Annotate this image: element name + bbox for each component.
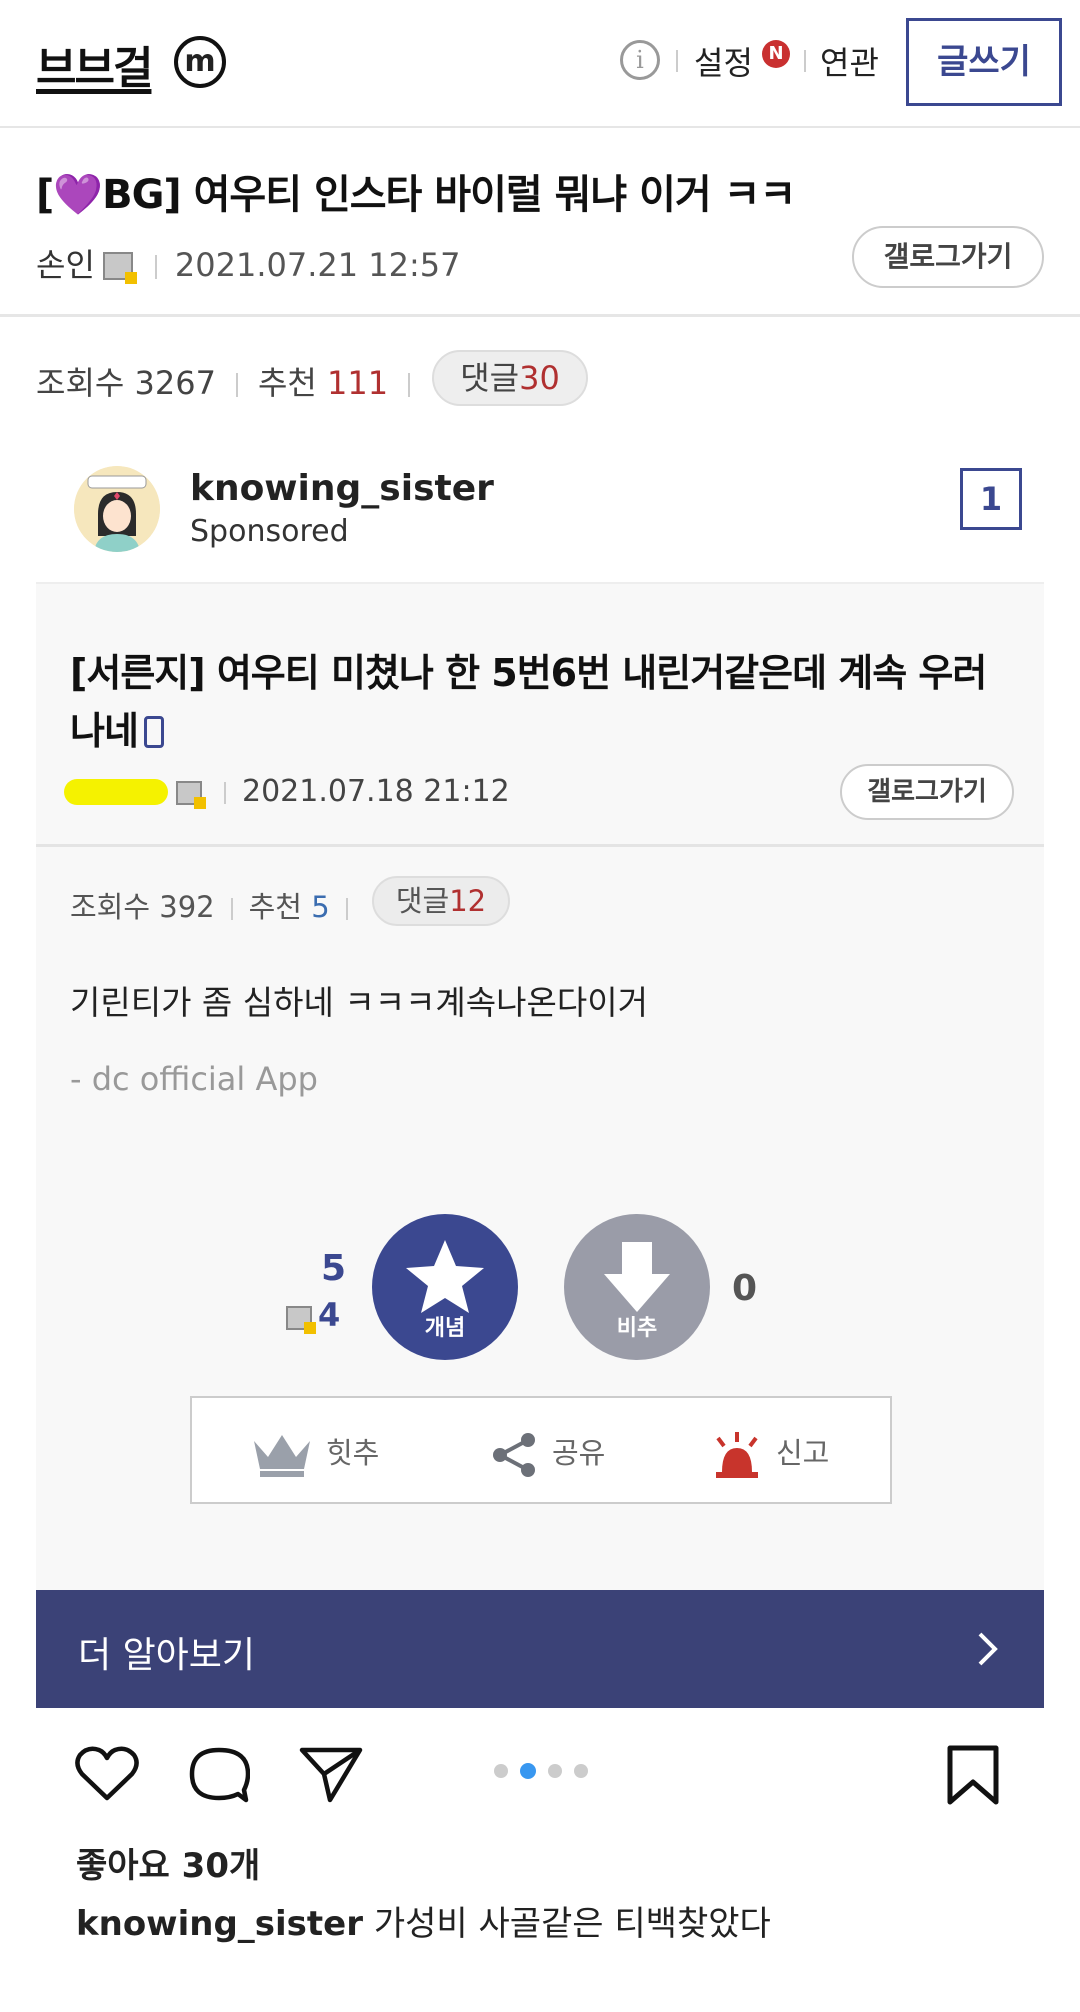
comments-label: 댓글 (395, 884, 450, 918)
recommend-label: 추천 (257, 364, 317, 402)
related-link[interactable]: 연관 (820, 38, 879, 84)
comment-icon[interactable] (188, 1744, 250, 1804)
fixed-upvote-value: 4 (318, 1296, 341, 1334)
title-text: BG] 여우티 인스타 바이럴 뭐냐 이거 ㅋㅋ (102, 172, 796, 218)
downvote-count: 0 (732, 1268, 758, 1309)
carousel-dot (548, 1764, 562, 1778)
divider (408, 373, 411, 397)
gallog-button[interactable]: 갤로그가기 (852, 226, 1044, 288)
like-count: 좋아요 30개 (76, 1846, 261, 1886)
caption: knowing_sister 가성비 사골같은 티백찾았다 (76, 1896, 771, 1945)
divider (230, 898, 233, 920)
upvote-button: 개념 (372, 1214, 518, 1360)
divider (676, 50, 678, 72)
embedded-comments-badge: 댓글12 (372, 876, 510, 926)
caption-username[interactable]: knowing_sister (76, 1904, 363, 1944)
report-action: 신고 (710, 1430, 829, 1480)
share-action: 공유 (490, 1430, 605, 1480)
image-counter: 1 (960, 468, 1022, 530)
siren-icon (716, 1432, 758, 1478)
share-label: 공유 (552, 1436, 606, 1470)
fixed-nick-icon (176, 781, 206, 809)
divider (36, 844, 1044, 847)
comments-count: 30 (519, 359, 560, 397)
action-box: 힛추 공유 신고 (190, 1396, 892, 1504)
app-signature: - dc official App (70, 1060, 318, 1098)
views-label: 조회수 (36, 364, 125, 402)
learn-more-button[interactable]: 더 알아보기 (36, 1590, 1044, 1708)
divider (0, 314, 1080, 317)
comments-count: 12 (449, 884, 487, 918)
carousel-dot-active (520, 1763, 536, 1779)
fixed-nick-icon (102, 252, 137, 284)
views-label: 조회수 (70, 890, 151, 924)
info-icon[interactable]: i (620, 40, 660, 80)
fixed-upvote-count: 4 (286, 1296, 340, 1334)
upvote-label: 개념 (424, 1316, 466, 1341)
carousel-dot (494, 1764, 508, 1778)
divider (345, 898, 348, 920)
embedded-post-body: 기린티가 좀 심하네 ㅋㅋㅋ계속나온다이거 (70, 983, 648, 1022)
downvote-label: 비추 (616, 1316, 658, 1341)
chevron-right-icon (978, 1632, 998, 1666)
author-name[interactable]: 손인 (36, 246, 95, 284)
views-count: 392 (159, 890, 215, 924)
recommend-count: 5 (311, 890, 330, 924)
sponsored-label: Sponsored (190, 514, 349, 549)
post-stats: 조회수 3267 추천 111 (36, 358, 430, 404)
embedded-post-meta: 2021.07.18 21:12 (64, 774, 510, 809)
new-badge: N (762, 40, 790, 68)
divider (804, 50, 806, 72)
views-count: 3267 (134, 364, 216, 402)
embedded-gallog-button: 갤로그가기 (840, 764, 1014, 820)
post-meta: 손인 2021.07.21 12:57 (36, 240, 461, 286)
minor-gallery-badge: m (174, 36, 226, 88)
post-title: [💜BG] 여우티 인스타 바이럴 뭐냐 이거 ㅋㅋ (36, 162, 796, 220)
upvote-count: 5 (320, 1248, 346, 1289)
divider (235, 373, 238, 397)
avatar[interactable] (74, 466, 160, 552)
title-bracket: [ (36, 172, 54, 218)
embedded-post-stats: 조회수 392 추천 5 (70, 884, 364, 926)
embedded-post-title: [서른지] 여우티 미쳤나 한 5번6번 내린거같은데 계속 우러나네 (70, 644, 1010, 760)
carousel-indicator (494, 1763, 600, 1782)
gallery-logo[interactable]: 브브걸 (36, 32, 153, 96)
recommend-count: 111 (327, 364, 389, 402)
heart-icon[interactable] (74, 1744, 140, 1804)
divider (154, 255, 157, 279)
bookmark-icon[interactable] (946, 1744, 1000, 1806)
caption-text: 가성비 사골같은 티백찾았다 (373, 1904, 771, 1944)
divider (224, 782, 226, 804)
share-icon (493, 1433, 535, 1477)
learn-more-label: 더 알아보기 (78, 1635, 256, 1676)
crown-icon (254, 1435, 310, 1477)
write-button[interactable]: 글쓰기 (906, 18, 1062, 106)
hit-recommend-label: 힛추 (326, 1436, 380, 1470)
downvote-button: 비추 (564, 1214, 710, 1360)
hit-recommend-action: 힛추 (250, 1430, 379, 1479)
comments-label: 댓글 (460, 359, 520, 397)
carousel-dot (574, 1764, 588, 1778)
comments-button[interactable]: 댓글30 (432, 350, 588, 406)
recommend-label: 추천 (248, 890, 302, 924)
report-label: 신고 (776, 1436, 830, 1470)
ig-username[interactable]: knowing_sister (190, 468, 494, 509)
purple-heart-icon: 💜 (53, 172, 103, 218)
redacted-nickname (64, 779, 168, 805)
post-date: 2021.07.21 12:57 (174, 246, 461, 284)
share-icon[interactable] (298, 1744, 364, 1804)
fixed-nick-icon (286, 1306, 316, 1334)
embedded-title-text: [서른지] 여우티 미쳤나 한 5번6번 내린거같은데 계속 우러나네 (70, 651, 987, 753)
settings-link[interactable]: 설정 (694, 38, 753, 84)
top-header: 브브걸 m i 설정 N 연관 글쓰기 (0, 0, 1080, 128)
embedded-post-date: 2021.07.18 21:12 (242, 774, 510, 809)
mobile-icon (143, 716, 164, 748)
